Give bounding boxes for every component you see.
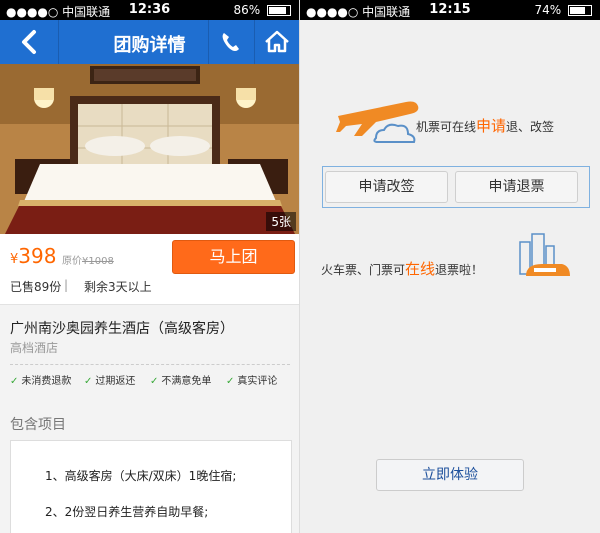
tag-expired-return: ✓ 过期返还	[84, 372, 135, 387]
apply-refund-button[interactable]: 申请退票	[455, 171, 578, 203]
try-now-button[interactable]: 立即体验	[376, 459, 524, 491]
train-ticket-notice: 火车票、门票可在线退票啦！	[321, 258, 483, 279]
hotel-info[interactable]: 广州南沙奥园养生酒店（高级客房） 高档酒店	[0, 306, 299, 368]
guarantee-tags: ✓ 未消费退款 ✓ 过期返还 ✓ 不满意免单 ✓ 真实评论	[10, 372, 295, 388]
action-button-row: 申请改签 申请退票	[322, 166, 590, 208]
status-bar: ●●●●○ 中国联通 12:15 74%	[300, 0, 600, 20]
hotel-category: 高档酒店	[10, 341, 59, 355]
train-building-icon	[519, 233, 570, 276]
battery-indicator: 86%	[233, 3, 291, 17]
tag-label: 真实评论	[237, 376, 278, 387]
included-item: 1、高级客房（大床/双床）1晚住宿;	[45, 469, 237, 483]
plane-ticket-notice: 机票可在线申请退、改签	[416, 115, 554, 136]
deal-price: ¥398	[10, 244, 56, 268]
notice-highlight: 申请	[476, 117, 507, 135]
apply-change-button[interactable]: 申请改签	[325, 171, 448, 203]
check-icon: ✓	[150, 376, 159, 387]
refund-intro-screen: ●●●●○ 中国联通 12:15 74% 机票可在线申请退、改签 申请改签 申请…	[300, 0, 600, 533]
check-icon: ✓	[84, 376, 93, 387]
included-item: 2、2份翌日养生营养自助早餐;	[45, 505, 209, 519]
home-icon	[265, 30, 289, 53]
tag-real-reviews: ✓ 真实评论	[226, 372, 277, 387]
phone-icon	[222, 33, 239, 51]
tag-unsatisfied-free: ✓ 不满意免单	[150, 372, 211, 387]
notice-text: 退票啦！	[435, 263, 484, 277]
tag-label: 不满意免单	[161, 376, 212, 387]
divider	[10, 364, 290, 365]
included-items-box: 1、高级客房（大床/双床）1晚住宿; 2、2份翌日养生营养自助早餐;	[10, 440, 292, 533]
check-icon: ✓	[10, 376, 19, 387]
original-price-value: ¥1008	[82, 256, 114, 267]
tag-label: 未消费退款	[21, 376, 72, 387]
battery-percent: 86%	[233, 3, 261, 17]
notice-text: 机票可在线	[416, 120, 477, 134]
notice-text: 火车票、门票可	[321, 263, 406, 277]
notice-highlight: 在线	[405, 260, 436, 278]
call-button[interactable]	[208, 20, 253, 64]
hotel-room-photo[interactable]: 5张	[0, 64, 299, 234]
tag-label: 过期返还	[95, 376, 136, 387]
separator: |	[64, 278, 69, 292]
hotel-name: 广州南沙奥园养生酒店（高级客房）	[10, 321, 234, 337]
original-price: 原价¥1008	[62, 252, 114, 267]
check-icon: ✓	[226, 376, 235, 387]
battery-icon	[568, 5, 592, 16]
battery-indicator: 74%	[534, 3, 592, 17]
group-buy-detail-screen: ●●●●○ 中国联通 12:36 86% 团购详情 5张 ¥398 原价¥100…	[0, 0, 300, 533]
battery-percent: 74%	[534, 3, 562, 17]
buy-now-button[interactable]: 马上团	[172, 240, 295, 274]
original-price-label: 原价	[62, 256, 82, 267]
status-bar: ●●●●○ 中国联通 12:36 86%	[0, 0, 299, 20]
time-remaining: 剩余3天以上	[84, 280, 152, 294]
tag-refund: ✓ 未消费退款	[10, 372, 71, 387]
price-value: 398	[18, 244, 57, 268]
notice-text: 退、改签	[506, 120, 555, 134]
home-button[interactable]	[254, 20, 299, 64]
airplane-icon	[336, 101, 419, 143]
battery-icon	[267, 5, 291, 16]
price-section: ¥398 原价¥1008 马上团 已售89份 | 剩余3天以上	[0, 234, 299, 305]
included-items-heading: 包含项目	[10, 417, 66, 433]
photo-count-badge: 5张	[266, 212, 296, 231]
sold-count: 已售89份	[10, 280, 62, 294]
nav-bar: 团购详情	[0, 20, 299, 64]
hotel-bed-image	[0, 64, 299, 234]
